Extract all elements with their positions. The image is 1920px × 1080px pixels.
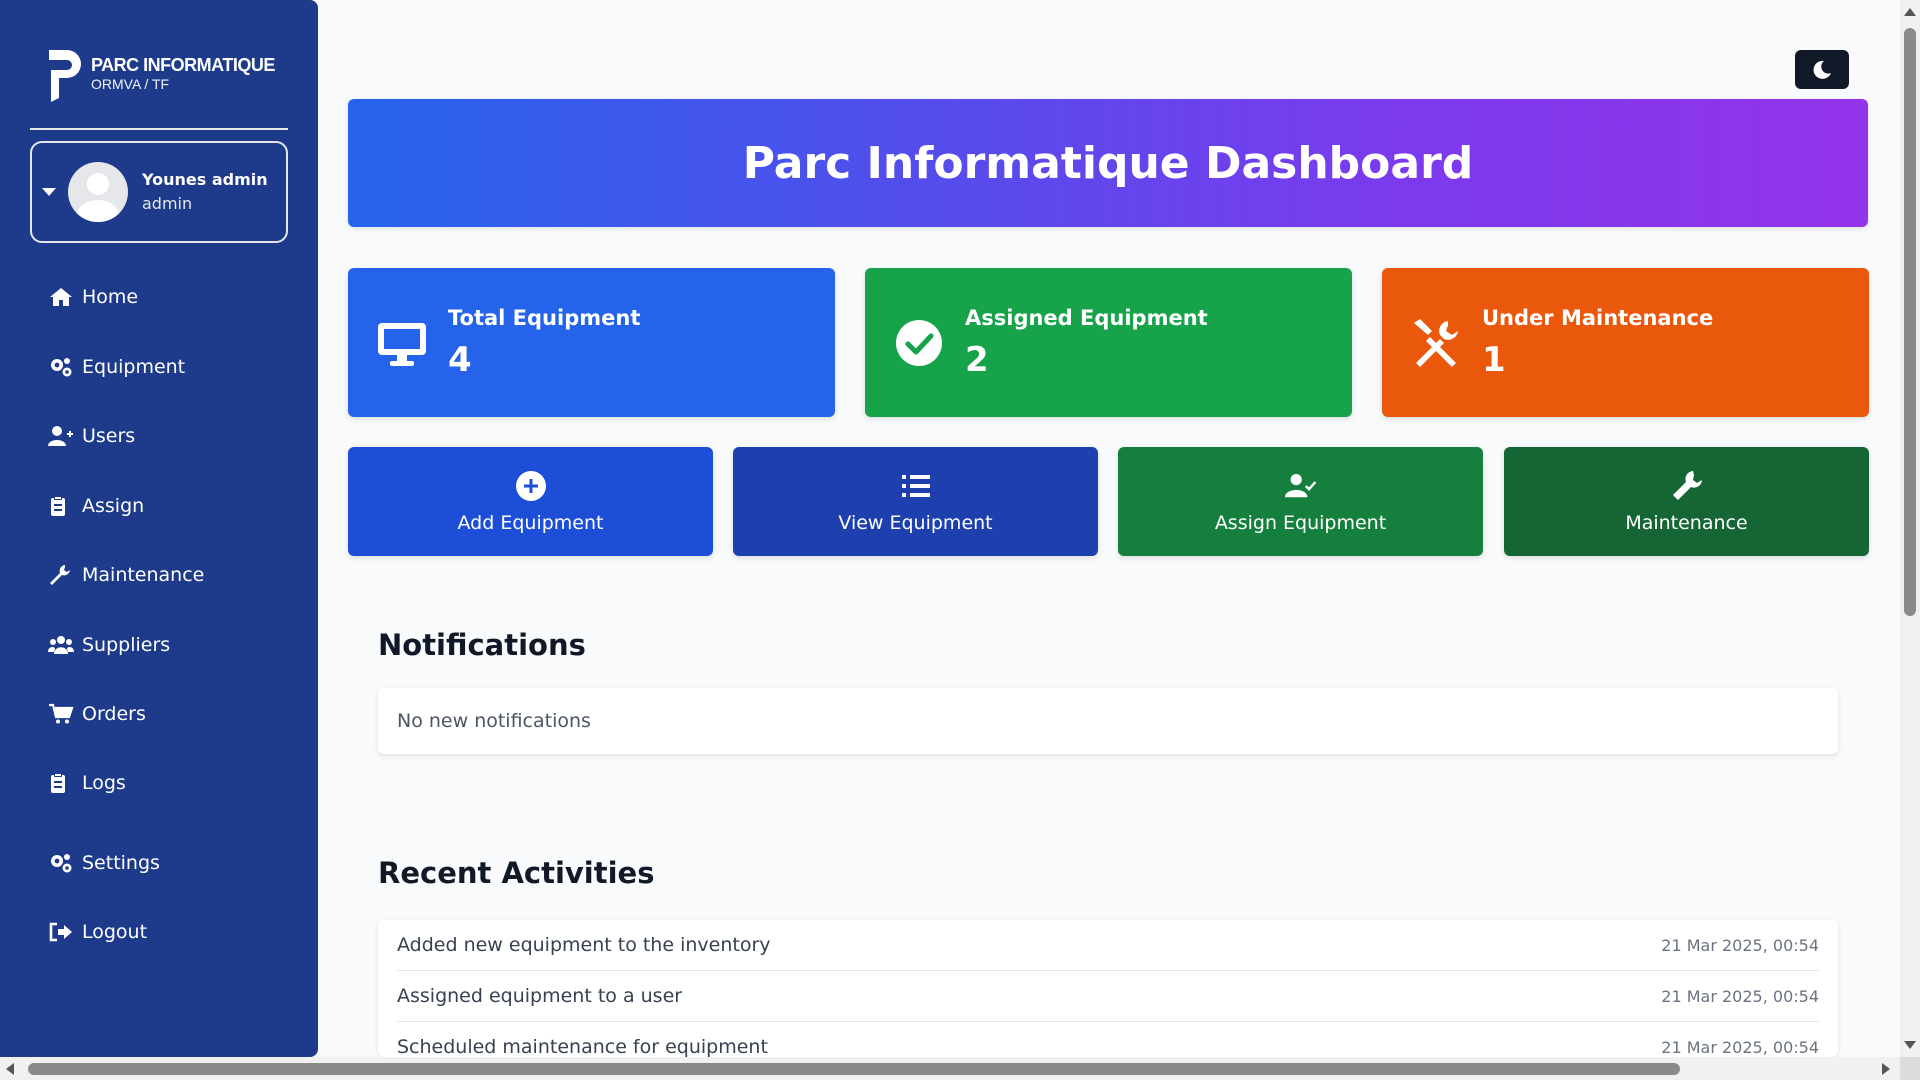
list-item: Added new equipment to the inventory 21 … [397, 920, 1819, 971]
activity-date: 21 Mar 2025, 00:54 [1661, 1037, 1819, 1057]
brand-subtitle: ORMVA / TF [91, 76, 170, 92]
gears-icon [51, 854, 72, 873]
activity-date: 21 Mar 2025, 00:54 [1661, 935, 1819, 955]
clipboard-icon [51, 496, 65, 516]
scrollbar-corner [1900, 1057, 1920, 1080]
scroll-left-arrow-icon[interactable] [6, 1063, 14, 1075]
stat-label: Assigned Equipment [965, 305, 1208, 330]
notifications-empty-text: No new notifications [397, 710, 591, 732]
sidebar-divider [30, 128, 288, 130]
logo-p-icon [49, 50, 81, 102]
sidebar-item-label: Logout [82, 921, 148, 943]
theme-toggle-button[interactable] [1795, 50, 1849, 89]
add-equipment-button[interactable]: Add Equipment [348, 447, 713, 556]
dashboard-header: Parc Informatique Dashboard [348, 99, 1868, 227]
sidebar-item-users[interactable]: Users [48, 425, 135, 447]
avatar [68, 162, 128, 222]
page-title: Parc Informatique Dashboard [742, 137, 1474, 189]
sidebar-item-suppliers[interactable]: Suppliers [48, 634, 170, 656]
scroll-right-arrow-icon[interactable] [1882, 1063, 1890, 1075]
sidebar-item-label: Suppliers [82, 634, 171, 656]
horizontal-scroll-thumb[interactable] [28, 1063, 1680, 1075]
user-check-icon [1284, 473, 1316, 497]
stat-label: Total Equipment [448, 305, 641, 330]
user-name: Younes admin [142, 170, 268, 189]
sidebar-item-label: Orders [82, 703, 146, 725]
activity-text: Assigned equipment to a user [397, 985, 683, 1007]
tools-icon [1414, 318, 1458, 367]
list-item: Scheduled maintenance for equipment 21 M… [397, 1022, 1819, 1057]
stat-card-assigned-equipment: Assigned Equipment 2 [865, 268, 1352, 417]
vertical-scroll-thumb[interactable] [1904, 28, 1916, 616]
brand-logo[interactable]: PARC INFORMATIQUE ORMVA / TF [45, 46, 275, 102]
sidebar-item-home[interactable]: Home [48, 286, 138, 308]
clipboard-icon [51, 773, 65, 793]
stat-value: 1 [1482, 339, 1506, 380]
check-circle-icon [896, 319, 942, 366]
sidebar-item-label: Settings [82, 852, 160, 874]
sidebar-item-label: Assign [82, 495, 145, 517]
sidebar-item-logs[interactable]: Logs [48, 772, 126, 794]
caret-down-icon[interactable] [42, 188, 56, 196]
sidebar-item-maintenance[interactable]: Maintenance [48, 564, 204, 586]
scroll-down-arrow-icon[interactable] [1904, 1041, 1916, 1049]
horizontal-scrollbar[interactable] [0, 1057, 1920, 1080]
stat-value: 2 [965, 339, 989, 380]
user-role: admin [142, 194, 193, 213]
activity-text: Added new equipment to the inventory [397, 934, 771, 956]
notifications-title: Notifications [378, 628, 586, 662]
activity-text: Scheduled maintenance for equipment [397, 1036, 768, 1057]
sidebar: PARC INFORMATIQUE ORMVA / TF Younes admi… [0, 0, 318, 1057]
stat-card-under-maintenance: Under Maintenance 1 [1382, 268, 1869, 417]
notifications-panel: No new notifications [378, 688, 1838, 754]
user-card[interactable]: Younes admin admin [30, 141, 288, 243]
list-icon [901, 474, 930, 497]
sidebar-item-label: Home [82, 286, 139, 308]
user-plus-icon [48, 426, 73, 446]
sidebar-item-label: Equipment [82, 356, 186, 378]
sidebar-item-orders[interactable]: Orders [48, 703, 146, 725]
plus-circle-icon [515, 470, 546, 501]
wrench-icon [50, 565, 70, 585]
list-item: Assigned equipment to a user 21 Mar 2025… [397, 971, 1819, 1022]
logout-icon [49, 922, 72, 942]
action-label: Assign Equipment [1214, 511, 1387, 534]
moon-icon [1813, 60, 1831, 79]
home-icon [50, 288, 72, 306]
wrench-icon [1672, 470, 1702, 500]
sidebar-item-label: Maintenance [82, 564, 205, 586]
maintenance-button[interactable]: Maintenance [1504, 447, 1869, 556]
sidebar-item-label: Logs [82, 772, 126, 794]
brand-title: PARC INFORMATIQUE [91, 55, 275, 75]
stat-label: Under Maintenance [1482, 305, 1714, 330]
users-icon [48, 636, 74, 654]
action-label: View Equipment [838, 511, 993, 534]
scroll-up-arrow-icon[interactable] [1904, 8, 1916, 16]
action-label: Add Equipment [457, 511, 604, 534]
assign-equipment-button[interactable]: Assign Equipment [1118, 447, 1483, 556]
sidebar-item-settings[interactable]: Settings [48, 852, 160, 874]
gears-icon [51, 358, 72, 377]
activity-date: 21 Mar 2025, 00:54 [1661, 986, 1819, 1006]
sidebar-item-assign[interactable]: Assign [48, 495, 144, 517]
stat-value: 4 [448, 339, 472, 380]
action-label: Maintenance [1625, 511, 1748, 534]
sidebar-item-logout[interactable]: Logout [48, 921, 147, 943]
cart-icon [49, 703, 74, 724]
desktop-icon [378, 322, 426, 366]
sidebar-item-label: Users [82, 425, 136, 447]
view-equipment-button[interactable]: View Equipment [733, 447, 1098, 556]
stat-card-total-equipment: Total Equipment 4 [348, 268, 835, 417]
recent-activities-title: Recent Activities [378, 856, 655, 890]
recent-activities-list: Added new equipment to the inventory 21 … [378, 920, 1838, 1057]
vertical-scrollbar[interactable] [1900, 0, 1920, 1057]
sidebar-item-equipment[interactable]: Equipment [48, 356, 185, 378]
